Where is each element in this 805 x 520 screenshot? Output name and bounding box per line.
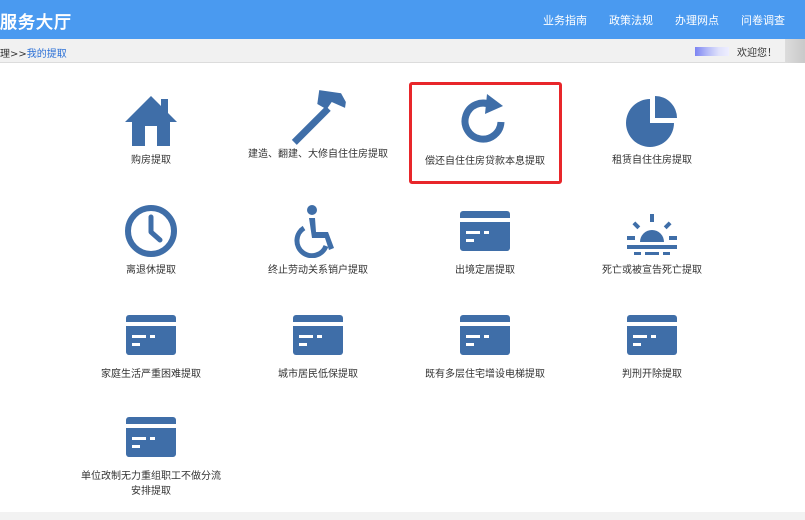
tile-rent[interactable]: 租赁自住住房提取 (572, 94, 732, 168)
tile-label: 判刑开除提取 (622, 369, 682, 380)
top-nav: 业务指南 政策法规 办理网点 问卷调查 (543, 0, 785, 39)
pie-chart-icon (572, 94, 732, 148)
tile-restructuring[interactable]: 单位改制无力重组职工不做分流安排提取 (71, 410, 231, 499)
card-icon (405, 308, 565, 362)
bottom-strip (0, 512, 805, 520)
hammer-icon (238, 88, 398, 145)
sunset-icon (572, 204, 732, 258)
tile-label: 离退休提取 (126, 265, 176, 276)
tile-label: 单位改制无力重组职工不做分流安排提取 (81, 471, 221, 497)
avatar (695, 46, 729, 56)
tile-label: 死亡或被宣告死亡提取 (602, 265, 702, 276)
nav-service-points[interactable]: 办理网点 (675, 12, 719, 28)
tile-label: 终止劳动关系销户提取 (268, 265, 368, 276)
breadcrumb-prefix: 理>> (0, 49, 27, 60)
tile-hardship[interactable]: 家庭生活严重困难提取 (71, 308, 231, 382)
card-icon (572, 308, 732, 362)
card-icon (405, 204, 565, 258)
tile-retirement[interactable]: 离退休提取 (71, 204, 231, 278)
tile-elevator[interactable]: 既有多层住宅增设电梯提取 (405, 308, 565, 382)
tile-label: 租赁自住住房提取 (612, 155, 692, 166)
tile-labor-termination[interactable]: 终止劳动关系销户提取 (238, 204, 398, 278)
tile-label: 出境定居提取 (455, 265, 515, 276)
card-icon (71, 308, 231, 362)
tile-label: 既有多层住宅增设电梯提取 (425, 369, 545, 380)
card-icon (238, 308, 398, 362)
tile-house-purchase[interactable]: 购房提取 (71, 94, 231, 168)
site-title: 服务大厅 (0, 13, 72, 33)
tile-sentenced-dismissed[interactable]: 判刑开除提取 (572, 308, 732, 382)
tile-death[interactable]: 死亡或被宣告死亡提取 (572, 204, 732, 278)
tile-build-repair[interactable]: 建造、翻建、大修自住住房提取 (238, 88, 398, 162)
tile-subsistence[interactable]: 城市居民低保提取 (238, 308, 398, 382)
card-icon (71, 410, 231, 464)
breadcrumb-current[interactable]: 我的提取 (27, 49, 67, 60)
clock-icon (71, 204, 231, 258)
nav-policies[interactable]: 政策法规 (609, 12, 653, 28)
tile-label: 建造、翻建、大修自住住房提取 (248, 149, 388, 160)
wheelchair-icon (238, 204, 398, 258)
selection-highlight (409, 82, 562, 184)
top-header: 服务大厅 业务指南 政策法规 办理网点 问卷调查 (0, 0, 805, 39)
breadcrumb-bar: 理>>我的提取 欢迎您！ (0, 39, 805, 63)
breadcrumb: 理>>我的提取 (0, 45, 67, 60)
user-area: 欢迎您！ (695, 39, 805, 63)
nav-survey[interactable]: 问卷调查 (741, 12, 785, 28)
tile-label: 购房提取 (131, 155, 171, 166)
tile-emigration[interactable]: 出境定居提取 (405, 204, 565, 278)
nav-business-guide[interactable]: 业务指南 (543, 12, 587, 28)
tile-label: 家庭生活严重困难提取 (101, 369, 201, 380)
welcome-text: 欢迎您！ (737, 47, 777, 59)
tile-label: 城市居民低保提取 (278, 369, 358, 380)
user-menu[interactable] (785, 39, 805, 63)
house-icon (71, 94, 231, 148)
